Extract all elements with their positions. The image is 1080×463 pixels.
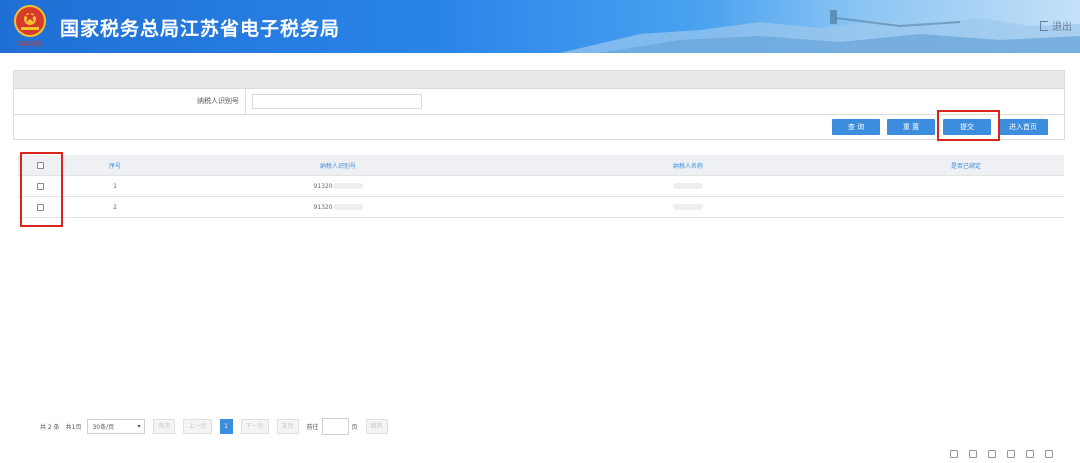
window-icon[interactable] <box>969 450 977 458</box>
reset-button[interactable]: 重 置 <box>887 119 935 135</box>
row-name-cell <box>508 204 868 211</box>
col-header-index[interactable]: 序号 <box>62 161 168 170</box>
site-title: 国家税务总局江苏省电子税务局 <box>60 18 341 40</box>
col-header-bound[interactable]: 是否已绑定 <box>868 161 1064 170</box>
current-page-button[interactable]: 1 <box>219 419 233 434</box>
button-row: 查 询 重 置 提交 进入首页 <box>14 115 1064 139</box>
chevron-down-icon: ▾ <box>137 423 141 430</box>
row-index: 1 <box>113 182 117 190</box>
logout-button[interactable]: 退出 <box>1040 18 1072 33</box>
row-name-cell <box>508 183 868 190</box>
chat-icon[interactable] <box>1045 450 1053 458</box>
page: 中国税务 国家税务总局江苏省电子税务局 退出 纳税人识别号 查 询 重 置 提交… <box>0 0 1080 463</box>
total-count: 共 2 条 <box>40 424 60 431</box>
home-button[interactable]: 进入首页 <box>998 119 1048 135</box>
redacted-mask <box>332 204 363 210</box>
next-page-button[interactable]: 下一页 <box>240 419 269 434</box>
redacted-mask <box>673 204 703 210</box>
table-header: 序号 纳税人识别号 纳税人名称 是否已绑定 <box>18 155 1064 176</box>
table-row[interactable]: 2 91320 <box>18 197 1064 218</box>
table-row[interactable]: 1 91320 <box>18 176 1064 197</box>
tax-emblem-icon: 中国税务 <box>10 3 50 49</box>
first-page-button[interactable]: 首页 <box>153 419 176 434</box>
page-unit-label: 页 <box>351 424 358 431</box>
redacted-mask <box>332 183 363 189</box>
redacted-mask <box>673 183 703 189</box>
prev-page-button[interactable]: 上一页 <box>183 419 212 434</box>
submit-highlight-box <box>937 110 1000 141</box>
goto-page-input[interactable] <box>321 418 349 435</box>
total-pages: 共1页 <box>65 424 82 431</box>
goto-label: 前往 <box>306 424 319 431</box>
last-page-button[interactable]: 末页 <box>276 419 299 434</box>
col-header-name[interactable]: 纳税人名称 <box>508 161 868 170</box>
row-tin: 91320 <box>313 182 333 190</box>
header-banner: 中国税务 国家税务总局江苏省电子税务局 退出 <box>0 0 1080 53</box>
trash-icon[interactable] <box>988 450 996 458</box>
col-header-tin[interactable]: 纳税人识别号 <box>168 161 508 170</box>
row-tin-cell: 91320 <box>168 183 508 190</box>
taxpayer-table: 序号 纳税人识别号 纳税人名称 是否已绑定 1 91320 2 91320 <box>18 155 1064 218</box>
jump-button[interactable]: 跳转 <box>365 419 388 434</box>
bottom-toolbar <box>950 450 1053 458</box>
screen-icon[interactable] <box>1026 450 1034 458</box>
row-tin-cell: 91320 <box>168 204 508 211</box>
pagination: 共 2 条 共1页 30条/页 ▾ 首页 上一页 1 下一页 末页 前往 页 跳… <box>40 418 396 435</box>
row-index: 2 <box>113 203 117 211</box>
logout-label: 退出 <box>1052 22 1072 33</box>
query-button[interactable]: 查 询 <box>832 119 880 135</box>
row-tin: 91320 <box>313 203 333 211</box>
panel-header <box>14 71 1064 89</box>
page-size-select[interactable]: 30条/页 ▾ <box>87 419 146 434</box>
share-icon[interactable] <box>950 450 958 458</box>
tin-row: 纳税人识别号 <box>14 89 1064 115</box>
checkbox-highlight-box <box>20 152 63 227</box>
volume-icon[interactable] <box>1007 450 1015 458</box>
emblem-caption: 中国税务 <box>18 40 42 48</box>
tin-input[interactable] <box>252 94 422 109</box>
page-size-value: 30条/页 <box>92 424 115 431</box>
query-panel: 纳税人识别号 查 询 重 置 提交 进入首页 <box>13 70 1065 140</box>
logout-icon <box>1040 20 1048 31</box>
tin-label: 纳税人识别号 <box>14 89 246 114</box>
